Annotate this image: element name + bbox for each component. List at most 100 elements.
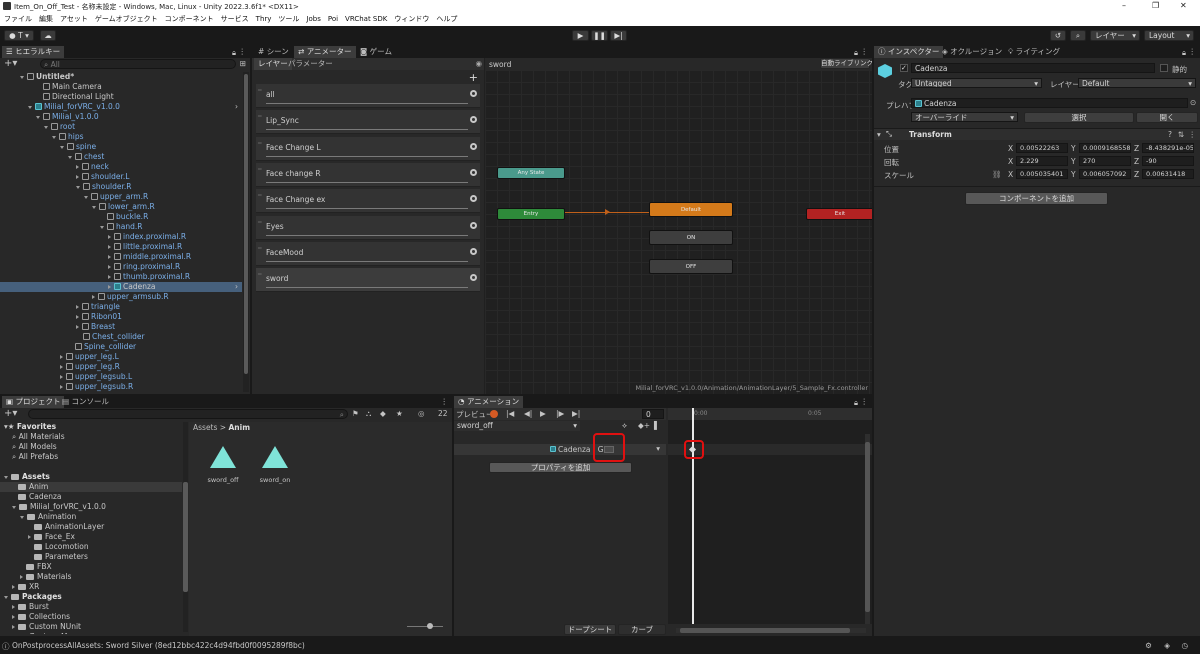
off-state-node[interactable]: OFF [649,259,733,274]
tab-animation[interactable]: ◔ アニメーション [454,396,524,408]
collapsed-arrow-icon[interactable] [20,575,23,579]
hierarchy-item[interactable]: ring.proximal.R [0,262,242,272]
add-button[interactable]: +▾ [4,58,17,69]
hierarchy-item[interactable]: lower_arm.R [0,202,242,212]
kebab-menu-icon[interactable]: ⋮ [441,397,449,406]
layer-dropdown[interactable]: Default ▾ [1078,78,1196,88]
collapsed-arrow-icon[interactable] [76,305,79,309]
expanded-arrow-icon[interactable] [28,106,32,109]
tab-hierarchy[interactable]: ☰ ヒエラルキー [2,46,65,58]
hierarchy-item[interactable]: hand.R [0,222,242,232]
animator-layer-item[interactable]: ═ all [256,84,480,108]
pause-button[interactable]: ❚❚ [591,30,608,41]
kebab-menu-icon[interactable]: ⋮ [1189,47,1197,56]
hierarchy-item[interactable]: spine [0,142,242,152]
dopesheet-button[interactable]: ドープシート [564,624,616,635]
search-button[interactable]: ⌕ [1070,30,1086,41]
notifications-icon[interactable]: ◷ [1181,641,1188,650]
hierarchy-item[interactable]: middle.proximal.R [0,252,242,262]
hierarchy-item[interactable]: Directional Light [0,92,242,102]
collapsed-arrow-icon[interactable] [60,385,63,389]
add-component-button[interactable]: コンポーネントを追加 [965,192,1108,205]
chevron-right-icon[interactable]: › [235,102,238,112]
transform-pos-y-field[interactable]: 0.0009168558 [1079,143,1131,153]
play-button[interactable]: ▶ [572,30,589,41]
animator-layer-item[interactable]: ═ Face change R [256,162,480,187]
animator-layer-item[interactable]: ═ sword [256,268,480,293]
transform-scale-z-field[interactable]: 0.00631418 [1142,169,1194,179]
hierarchy-scrollbar[interactable] [243,72,249,392]
project-tree-item[interactable]: AnimationLayer [0,522,182,532]
expanded-arrow-icon[interactable] [84,196,88,199]
hierarchy-item[interactable]: upper_legsub.L [0,372,242,382]
auto-live-link-button[interactable]: 自動ライブリンク [820,58,872,69]
tab-scene[interactable]: # シーン [254,46,293,58]
gear-icon[interactable] [470,168,477,176]
project-tree-item[interactable]: Packages [0,592,182,602]
prev-keyframe-icon[interactable]: ◀| [524,409,532,418]
collapsed-arrow-icon[interactable] [76,325,79,329]
collapsed-arrow-icon[interactable] [92,295,95,299]
label-filter-icon[interactable]: ◆ [380,409,386,418]
menu-item[interactable]: Jobs [306,15,320,23]
collapsed-arrow-icon[interactable] [108,265,111,269]
on-state-node[interactable]: ON [649,230,733,245]
gear-icon[interactable] [470,90,477,97]
tab-project[interactable]: ▣ プロジェクト [2,396,65,408]
property-menu-icon[interactable]: ▾ [656,444,660,453]
expanded-arrow-icon[interactable] [76,186,80,189]
collapsed-arrow-icon[interactable] [12,615,15,619]
close-button[interactable]: ✕ [1180,1,1187,10]
drag-handle-icon[interactable]: ═ [258,113,262,120]
hierarchy-item[interactable]: upper_leg.L [0,352,242,362]
hierarchy-item[interactable]: upper_armsub.R [0,292,242,302]
animator-layer-item[interactable]: ═ Face Change L [256,136,480,161]
project-tree-item[interactable]: FBX [0,562,182,572]
status-message[interactable]: OnPostprocessAllAssets: Sword Silver (8e… [12,641,305,650]
frame-field[interactable]: 0 [642,409,664,419]
hierarchy-item[interactable]: Main Camera [0,82,242,92]
project-search-input[interactable]: ⌕ [28,409,348,419]
asset-item-sword-off[interactable]: sword_off [201,446,245,484]
transform-scale-y-field[interactable]: 0.006057092 [1079,169,1131,179]
kebab-menu-icon[interactable]: ⋮ [239,47,247,56]
project-tree-item[interactable]: ⌕ All Prefabs [0,452,182,462]
transform-rot-y-field[interactable]: 270 [1079,156,1131,166]
static-checkbox[interactable] [1160,64,1168,72]
curves-button[interactable]: カーブ [618,624,666,635]
icon-size-slider[interactable] [407,623,443,629]
tab-inspector[interactable]: ⓘ インスペクター [874,46,944,58]
project-tree-item[interactable]: ▾★ Favorites [0,422,182,432]
overrides-dropdown[interactable]: オーバーライド ▾ [911,112,1018,122]
collapsed-arrow-icon[interactable] [108,235,111,239]
project-tree-item[interactable]: Gesture Manager [0,632,182,634]
menu-item[interactable]: コンポーネント [165,15,214,23]
expanded-arrow-icon[interactable] [36,116,40,119]
collapsed-arrow-icon[interactable] [12,605,15,609]
type-filter-icon[interactable]: ⛬ [366,409,371,419]
menu-item[interactable]: ゲームオブジェクト [95,15,158,23]
project-tree-item[interactable]: Locomotion [0,542,182,552]
entry-node[interactable]: Entry [497,208,565,220]
layout-dropdown[interactable]: Layout ▾ [1144,30,1194,41]
add-keyframe-icon[interactable]: ◆+ [638,421,650,430]
preset-icon[interactable]: ⇅ [1178,130,1184,139]
collapsed-arrow-icon[interactable] [28,535,31,539]
hierarchy-item[interactable]: little.proximal.R [0,242,242,252]
animator-graph[interactable]: sword 自動ライブリンク Any State Entry Default O… [485,58,872,394]
kebab-menu-icon[interactable]: ⋮ [861,47,869,56]
hierarchy-item[interactable]: shoulder.R [0,182,242,192]
scene-filter-icon[interactable]: ⚑ [352,409,359,418]
expanded-arrow-icon[interactable] [4,476,8,479]
transform-pos-x-field[interactable]: 0.00522263 [1016,143,1068,153]
collapsed-arrow-icon[interactable] [60,355,63,359]
drag-handle-icon[interactable]: ═ [258,192,262,199]
menu-item[interactable]: ツール [278,15,299,23]
hierarchy-item[interactable]: Milial_forVRC_v1.0.0 › [0,102,242,112]
project-tree-item[interactable] [0,462,182,472]
hierarchy-item[interactable]: Spine_collider [0,342,242,352]
gear-icon[interactable] [470,221,477,229]
object-name-field[interactable]: Cadenza [911,63,1155,73]
kebab-menu-icon[interactable]: ⋮ [1189,130,1197,139]
menu-item[interactable]: ウィンドウ [394,15,429,23]
